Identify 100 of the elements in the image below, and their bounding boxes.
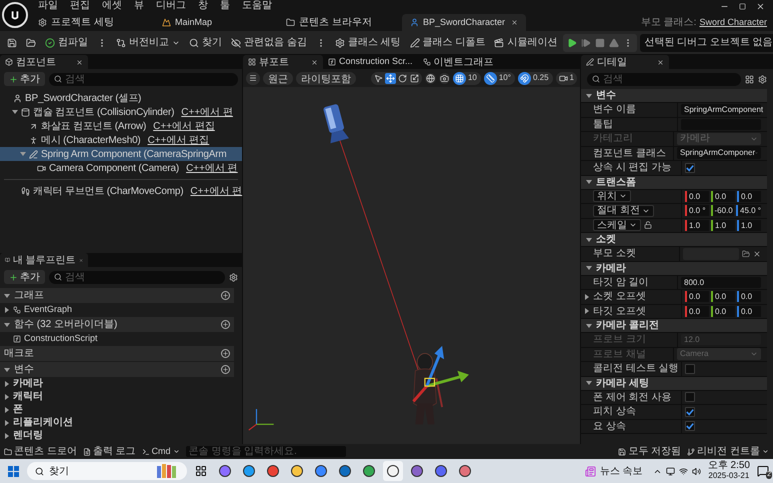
checkbox[interactable] (685, 406, 695, 417)
section-header[interactable]: 매크로 (0, 346, 234, 361)
clock[interactable]: 오후 2:50 2025-03-21 (708, 461, 750, 481)
debug-object-dropdown[interactable]: 선택된 디버그 오브젝트 없음 (640, 34, 773, 52)
number-field[interactable]: 0.0 (737, 306, 761, 317)
taskbar-search-field[interactable]: 찾기 (27, 462, 187, 480)
socket-field[interactable] (683, 248, 739, 260)
toolbar-button[interactable]: 찾기 (186, 34, 225, 52)
number-field[interactable]: 1.0 (711, 220, 735, 231)
save-status-button[interactable]: 모두 저장됨 (618, 444, 682, 459)
output-log-button[interactable]: 출력 로그 (82, 444, 136, 459)
editor-tab[interactable]: 이벤트그래프 (418, 55, 499, 69)
scale-icon[interactable] (408, 72, 420, 84)
editor-tab[interactable]: Construction Scr... (323, 55, 418, 69)
number-field[interactable]: 0.0 (737, 190, 761, 202)
toolbar-button[interactable]: 클래스 세팅 (332, 34, 404, 52)
menu-item[interactable]: 에셋 (102, 0, 122, 12)
panel-tab[interactable]: 디테일 (581, 55, 669, 69)
tree-item[interactable]: 캐릭터 무브먼트 (CharMoveComp) C++에서 편 (0, 184, 242, 198)
blueprint-item[interactable]: EventGraph (0, 303, 234, 316)
toolbar-button[interactable]: 컴파일 (42, 34, 91, 52)
close-icon[interactable] (76, 58, 83, 66)
close-icon[interactable] (511, 19, 518, 26)
volume-icon[interactable] (692, 466, 701, 476)
edit-link[interactable]: C++에서 편 (190, 184, 242, 198)
number-field[interactable]: 0.0 (711, 291, 735, 302)
section-header[interactable]: 함수 (32 오버라이더블) (0, 317, 234, 332)
number-field[interactable]: 1.0 (737, 220, 761, 231)
tree-item[interactable]: Spring Arm Component (CameraSpringArm (0, 147, 242, 161)
dropdown[interactable]: 스케일 (593, 219, 641, 232)
number-field[interactable]: 0.0 (737, 291, 761, 302)
checkbox[interactable] (685, 162, 695, 173)
checkbox[interactable] (685, 364, 695, 374)
number-field[interactable]: 0.0 (685, 190, 709, 202)
add-button[interactable]: 추가 (4, 270, 45, 284)
menu-item[interactable]: 도움말 (242, 0, 272, 12)
edit-link[interactable]: C++에서 편집 (153, 118, 215, 134)
menu-item[interactable]: 파일 (38, 0, 58, 12)
wifi-icon[interactable] (678, 466, 688, 476)
dropdown[interactable]: 위치 (593, 190, 631, 202)
number-field[interactable]: 0.0 ° (685, 205, 708, 216)
blueprint-item[interactable]: ConstructionScript (0, 332, 234, 345)
section-header[interactable]: 변수 (0, 362, 234, 377)
add-icon[interactable] (221, 320, 230, 329)
cmd-dropdown[interactable]: Cmd (142, 444, 180, 458)
news-label[interactable]: 뉴스 속보 (600, 464, 643, 478)
browse-icon[interactable] (742, 250, 750, 258)
parent-class-link[interactable]: Sword Character (699, 16, 767, 30)
toolbar-button[interactable]: 시뮬레이션 (491, 34, 560, 52)
add-button[interactable]: 추가 (4, 72, 45, 86)
document-tab[interactable]: BP_SwordCharacter (402, 14, 526, 31)
menu-item[interactable]: 뷰 (134, 0, 144, 12)
menu-item[interactable]: 편집 (70, 0, 90, 12)
maximize-icon[interactable] (739, 2, 746, 10)
tree-item[interactable]: Camera Component (Camera) C++에서 편 (0, 161, 242, 175)
clear-icon[interactable] (753, 250, 761, 258)
toolbar-button[interactable]: 클래스 디폴트 (406, 34, 488, 52)
snap-toggle[interactable]: 10° (484, 72, 515, 84)
number-field[interactable]: 45.0 ° (736, 205, 761, 216)
section-header[interactable]: 카메라 (581, 262, 767, 276)
document-tab[interactable]: 콘텐츠 브라우저 (278, 14, 402, 31)
section-header[interactable]: 트랜스폼 (581, 176, 767, 190)
menu-item[interactable]: 디버그 (156, 0, 186, 12)
lighting-button[interactable]: 라이팅포함 (296, 72, 356, 84)
menu-button[interactable] (246, 72, 260, 84)
section-header[interactable]: 카메라 세팅 (581, 376, 767, 390)
number-field[interactable]: 0.0 (685, 291, 709, 302)
section-header[interactable]: 카메라 콜리전 (581, 319, 767, 333)
number-field[interactable]: 0.0 (685, 306, 709, 317)
dropdown[interactable]: SpringArmComponer (677, 147, 761, 160)
snap-toggle[interactable]: 0.25 (518, 72, 553, 84)
globe-icon[interactable] (424, 72, 436, 84)
number-field[interactable]: 1.0 (685, 220, 709, 231)
settings-icon[interactable] (758, 74, 767, 84)
text-field[interactable]: 800.0 (681, 276, 761, 288)
checkbox[interactable] (685, 392, 695, 402)
section-header[interactable]: 소켓 (581, 233, 767, 247)
checkbox[interactable] (685, 421, 695, 432)
edit-link[interactable]: C++에서 편 (181, 104, 233, 120)
blueprint-item[interactable]: 카메라 (0, 377, 234, 390)
editor-tab[interactable]: 뷰포트 (243, 55, 323, 69)
section-header[interactable]: 변수 (581, 89, 767, 103)
panel-tab[interactable]: 내 블루프린트 (0, 253, 88, 267)
notification-icon[interactable] (757, 465, 769, 477)
menu-item[interactable]: 창 (198, 0, 208, 12)
snap-toggle[interactable]: 10 (452, 72, 481, 84)
document-tab[interactable]: 프로젝트 세팅 (30, 14, 154, 31)
content-drawer-button[interactable]: 콘텐츠 드로어 (4, 444, 77, 459)
table-icon[interactable] (745, 74, 754, 84)
section-header[interactable]: 그래프 (0, 288, 234, 303)
toolbar-button[interactable]: 관련없음 숨김 (228, 34, 310, 52)
task-view-icon[interactable] (195, 465, 207, 477)
unlock-icon[interactable] (644, 221, 652, 230)
number-field[interactable]: -60.0 (710, 205, 734, 216)
add-icon[interactable] (221, 349, 230, 358)
dropdown[interactable]: 절대 회전 (593, 204, 654, 217)
tree-item[interactable]: 메시 (CharacterMesh0) C++에서 편집 (0, 133, 242, 147)
start-icon[interactable] (8, 466, 19, 476)
edit-link[interactable]: C++에서 편집 (148, 132, 210, 148)
close-icon[interactable] (756, 2, 765, 10)
